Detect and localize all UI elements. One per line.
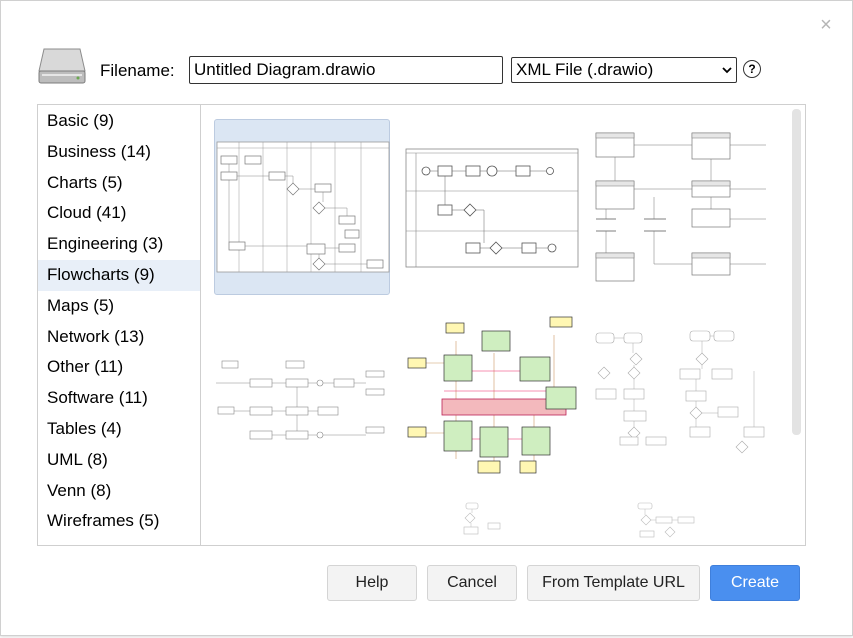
template-grid bbox=[201, 105, 805, 545]
swimlane-flowchart-preview bbox=[216, 141, 390, 273]
system-context-preview bbox=[407, 316, 577, 474]
category-item[interactable]: Flowcharts (9) bbox=[38, 259, 200, 291]
category-item[interactable]: Venn (8) bbox=[38, 476, 200, 507]
category-item[interactable]: Charts (5) bbox=[38, 168, 200, 199]
category-item[interactable]: Wireframes (5) bbox=[38, 506, 200, 537]
bpmn-lanes-preview bbox=[405, 148, 579, 268]
scrollbar[interactable] bbox=[792, 109, 801, 435]
category-item[interactable]: Other (11) bbox=[38, 352, 200, 383]
filename-input[interactable] bbox=[189, 56, 503, 84]
format-select-value: XML File (.drawio) bbox=[516, 60, 654, 79]
from-template-url-button[interactable]: From Template URL bbox=[527, 565, 700, 601]
category-item[interactable]: Cloud (41) bbox=[38, 198, 200, 229]
category-item[interactable]: Network (13) bbox=[38, 322, 200, 353]
create-button[interactable]: Create bbox=[710, 565, 800, 601]
template-thumbnail[interactable] bbox=[214, 311, 390, 487]
format-select[interactable]: XML File (.drawio) bbox=[511, 57, 737, 83]
filename-label: Filename: bbox=[100, 61, 175, 80]
template-thumbnail[interactable] bbox=[404, 119, 580, 295]
category-list: Basic (9) Business (14) Charts (5) Cloud (4… bbox=[38, 105, 201, 545]
template-panel: Basic (9) Business (14) Charts (5) Cloud (4… bbox=[37, 104, 806, 546]
help-icon[interactable]: ? bbox=[743, 60, 761, 78]
horizontal-flow-preview bbox=[216, 360, 385, 440]
category-item[interactable]: UML (8) bbox=[38, 445, 200, 476]
template-thumbnail[interactable] bbox=[594, 497, 770, 545]
template-thumbnail[interactable] bbox=[594, 119, 770, 295]
category-item[interactable]: Software (11) bbox=[38, 383, 200, 414]
category-item[interactable]: Engineering (3) bbox=[38, 229, 200, 260]
help-button[interactable]: Help bbox=[327, 565, 417, 601]
category-item[interactable]: Business (14) bbox=[38, 137, 200, 168]
partial-flow-preview bbox=[463, 502, 501, 535]
template-thumbnail[interactable] bbox=[594, 311, 770, 487]
partial-flow-preview bbox=[637, 502, 695, 538]
template-thumbnail[interactable] bbox=[404, 497, 580, 545]
category-item[interactable]: Tables (4) bbox=[38, 414, 200, 445]
chevron-down-icon bbox=[722, 67, 732, 74]
template-thumbnail[interactable] bbox=[214, 119, 390, 295]
process-flow-preview bbox=[595, 330, 765, 454]
close-icon[interactable]: × bbox=[818, 15, 834, 35]
hard-drive-icon bbox=[38, 47, 86, 85]
category-item[interactable]: Basic (9) bbox=[38, 106, 200, 137]
category-item[interactable]: Maps (5) bbox=[38, 291, 200, 322]
template-thumbnail[interactable] bbox=[404, 311, 580, 487]
block-diagram-preview bbox=[595, 132, 766, 282]
cancel-button[interactable]: Cancel bbox=[427, 565, 517, 601]
new-diagram-dialog: × Filename: XML File (.drawio) ? Basic (… bbox=[0, 0, 853, 636]
